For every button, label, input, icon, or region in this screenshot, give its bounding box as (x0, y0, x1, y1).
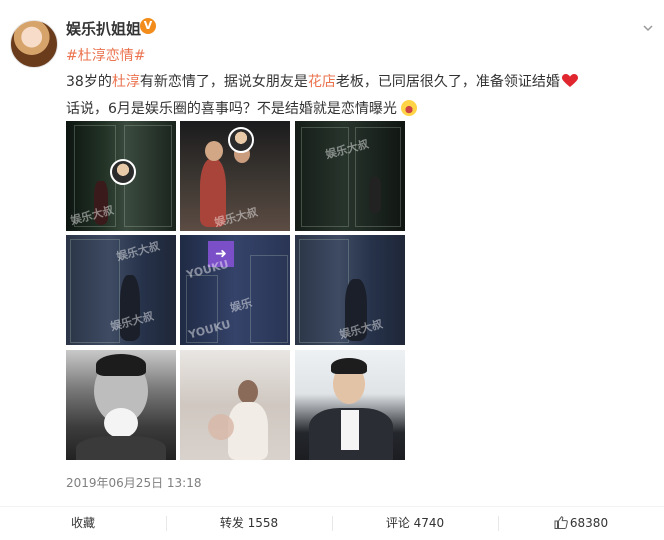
heart-icon (561, 74, 578, 87)
like-icon (554, 516, 568, 529)
text-segment: 老板，已同居很久了，准备领证结婚 (335, 74, 560, 90)
repost-button[interactable]: 转发 1558 (166, 507, 332, 540)
comment-button[interactable]: 评论 4740 (332, 507, 498, 540)
person-head (205, 141, 223, 161)
face-inset (228, 127, 254, 153)
post-text-line-1: 38岁的杜淳有新恋情了，据说女朋友是花店老板，已同居很久了，准备领证结婚 (66, 71, 578, 91)
person-hair (331, 358, 367, 374)
like-button[interactable]: 68380 (498, 507, 664, 540)
photo-7[interactable] (66, 350, 176, 460)
author-name[interactable]: 娱乐扒姐姐 (66, 18, 141, 39)
photo-5[interactable]: ➜ YOUKU 娱乐 YOUKU (180, 235, 290, 345)
person-hair (96, 354, 146, 376)
verified-icon: V (140, 18, 156, 34)
photo-1[interactable]: 娱乐大叔 (66, 121, 176, 231)
text-segment: 话说，6月是娱乐圈的喜事吗？不是结婚就是恋情曝光 (66, 101, 397, 117)
watermark: 娱乐大叔 (115, 239, 162, 264)
shirt (341, 410, 359, 450)
photo-9[interactable] (295, 350, 405, 460)
photo-3[interactable]: 娱乐大叔 (295, 121, 405, 231)
person-body (76, 436, 166, 460)
blurred-object (208, 414, 234, 440)
action-bar: 收藏 转发 1558 评论 4740 68380 (0, 507, 664, 540)
photo-4[interactable]: 娱乐大叔 娱乐大叔 (66, 235, 176, 345)
person-figure (369, 177, 381, 213)
like-count: 68380 (569, 516, 609, 530)
text-segment: 38岁的 (66, 74, 112, 90)
favorite-button[interactable]: 收藏 (0, 507, 166, 540)
person-head (238, 380, 258, 404)
topic-link[interactable]: #杜淳恋情# (66, 45, 145, 65)
photo-2[interactable]: 娱乐大叔 (180, 121, 290, 231)
post-text-line-2: 话说，6月是娱乐圈的喜事吗？不是结婚就是恋情曝光 (66, 98, 418, 118)
text-segment: 有新恋情了，据说女朋友是 (139, 74, 308, 90)
post-timestamp[interactable]: 2019年06月25日 13:18 (66, 474, 201, 491)
photo-8[interactable] (180, 350, 290, 460)
shop-link[interactable]: 花店 (308, 74, 336, 90)
weibo-post-card: 娱乐扒姐姐 V #杜淳恋情# 38岁的杜淳有新恋情了，据说女朋友是花店老板，已同… (0, 0, 664, 540)
name-link[interactable]: 杜淳 (112, 74, 140, 90)
glass-panel (250, 255, 288, 343)
face-inset (110, 159, 136, 185)
chevron-down-icon[interactable] (642, 22, 654, 34)
avatar[interactable] (10, 20, 58, 68)
image-grid: 娱乐大叔 娱乐大叔 娱乐大叔 娱乐大叔 娱乐大叔 ➜ YOUKU 娱乐 YOUK… (66, 121, 405, 460)
photo-6[interactable]: 娱乐大叔 (295, 235, 405, 345)
laugh-emoji-icon (401, 100, 418, 116)
person-body (228, 402, 268, 460)
shaving-foam (104, 408, 138, 438)
